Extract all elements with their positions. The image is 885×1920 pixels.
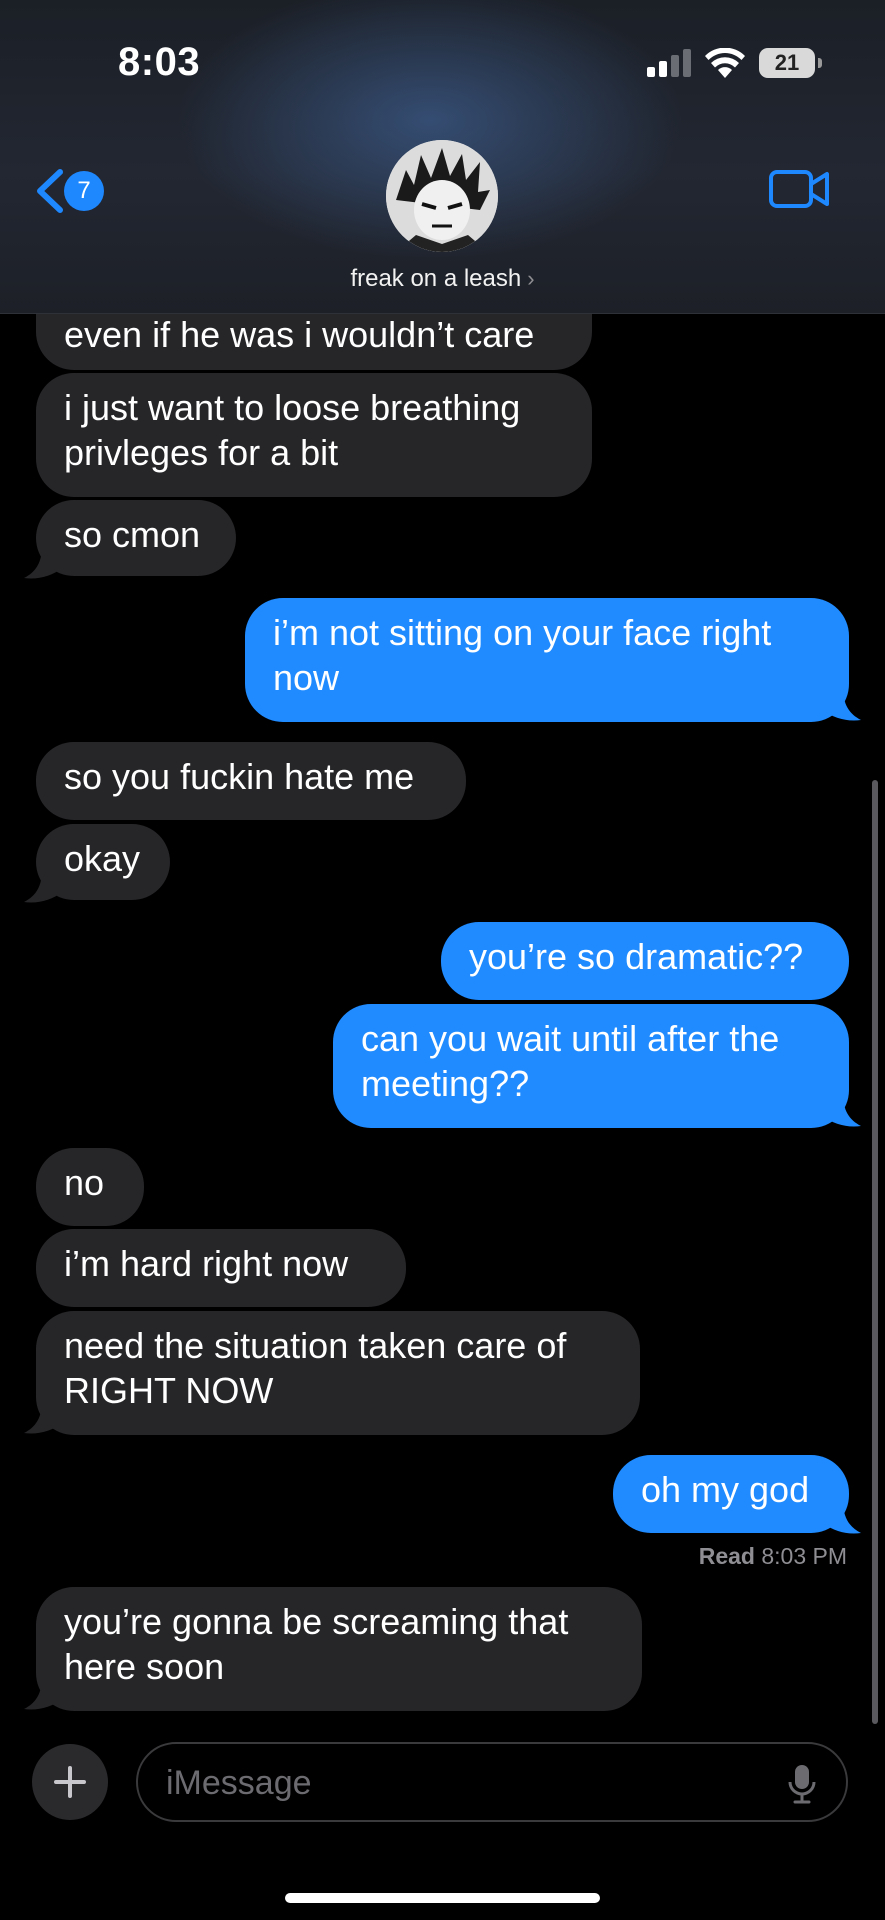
apps-plus-button[interactable]	[32, 1744, 108, 1820]
plus-icon	[54, 1766, 86, 1798]
message-text: you’re gonna be screaming that here soon	[64, 1601, 569, 1687]
back-button[interactable]: 7	[32, 168, 104, 214]
contact-avatar[interactable]	[386, 140, 498, 252]
conversation-header: 8:03 21 7 freak on a leash ›	[0, 0, 885, 314]
bubble-tail	[24, 546, 62, 579]
message-text: need the situation taken care of RIGHT N…	[64, 1325, 567, 1411]
chevron-right-icon: ›	[527, 266, 535, 291]
message-bubble[interactable]: so you fuckin hate me	[36, 742, 466, 820]
chevron-left-icon	[37, 169, 63, 213]
message-text: so cmon	[64, 514, 201, 555]
facetime-video-button[interactable]	[769, 168, 831, 215]
message-bubble[interactable]: need the situation taken care of RIGHT N…	[36, 1311, 640, 1435]
message-bubble[interactable]: you’re so dramatic??	[441, 922, 849, 1000]
battery-icon: 21	[759, 48, 822, 78]
unread-badge: 7	[64, 171, 104, 211]
message-text: can you wait until after the meeting??	[361, 1018, 780, 1104]
status-time: 8:03	[118, 40, 201, 84]
bubble-tail	[24, 1677, 62, 1710]
contact-name[interactable]: freak on a leash ›	[0, 265, 885, 293]
imessage-field[interactable]	[136, 1742, 848, 1822]
avatar-image	[386, 140, 498, 252]
signal-icon	[647, 49, 691, 77]
bubble-tail	[823, 1094, 861, 1127]
message-text: i just want to loose breathing privleges…	[64, 387, 521, 473]
battery-level: 21	[774, 50, 800, 75]
message-bubble[interactable]: so cmon	[36, 500, 236, 576]
message-input-bar	[0, 1740, 885, 1840]
status-icons: 21	[647, 48, 822, 78]
home-indicator[interactable]	[285, 1893, 600, 1903]
read-time: 8:03 PM	[761, 1543, 847, 1569]
wifi-icon	[705, 48, 745, 78]
read-receipt: Read 8:03 PM	[699, 1543, 847, 1570]
message-bubble[interactable]: i’m not sitting on your face right now	[245, 598, 849, 722]
bubble-tail	[24, 870, 62, 903]
bubble-tail	[823, 688, 861, 721]
scrollbar[interactable]	[872, 780, 878, 1724]
message-text: so you fuckin hate me	[64, 756, 415, 797]
message-bubble[interactable]: you’re gonna be screaming that here soon	[36, 1587, 642, 1711]
message-bubble[interactable]: can you wait until after the meeting??	[333, 1004, 849, 1128]
message-bubble[interactable]: i just want to loose breathing privleges…	[36, 373, 592, 497]
message-text: no	[64, 1162, 105, 1203]
message-text: i’m not sitting on your face right now	[273, 612, 772, 698]
message-bubble[interactable]: oh my god	[613, 1455, 849, 1533]
contact-name-label: freak on a leash	[350, 265, 522, 292]
microphone-icon[interactable]	[788, 1764, 816, 1804]
read-label: Read	[698, 1543, 755, 1569]
video-camera-icon	[769, 170, 829, 208]
bubble-tail	[823, 1501, 861, 1534]
bubble-tail	[24, 1401, 62, 1434]
message-text: oh my god	[641, 1469, 810, 1510]
message-bubble[interactable]: no	[36, 1148, 144, 1226]
message-text: you’re so dramatic??	[469, 936, 804, 977]
message-text: i’m hard right now	[64, 1243, 349, 1284]
message-input[interactable]	[164, 1744, 768, 1822]
message-text: even if he was i wouldn’t care	[64, 314, 535, 355]
message-bubble[interactable]: i’m hard right now	[36, 1229, 406, 1307]
message-text: okay	[64, 838, 141, 879]
